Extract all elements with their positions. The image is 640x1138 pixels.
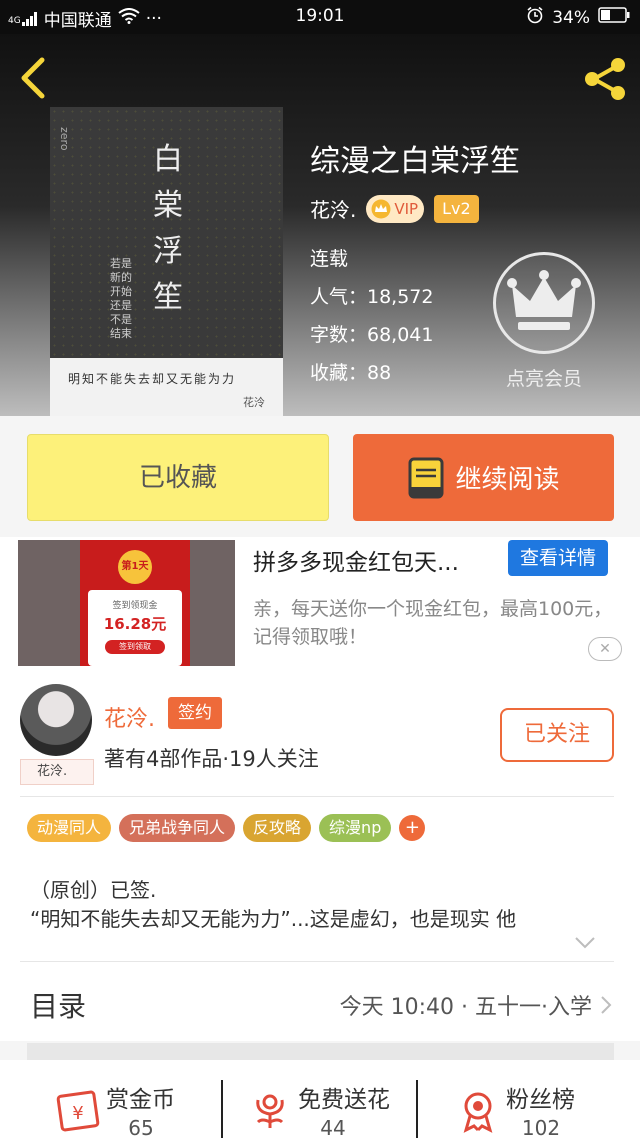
ad-image-button: 签到领取 — [105, 640, 165, 654]
followed-button[interactable]: 已关注 — [500, 708, 614, 762]
fan-count: 102 — [521, 1116, 561, 1138]
ad-title[interactable]: 拼多多现金红包天... — [253, 543, 459, 577]
ad-image-caption: 签到领现金 — [112, 601, 158, 611]
author-row: 花泠. VIP Lv2 — [310, 194, 479, 223]
chevron-down-icon — [575, 937, 595, 949]
ad-day-badge: 第1天 — [118, 550, 152, 584]
battery-icon — [598, 7, 630, 28]
cover-title: 白棠浮笙 — [153, 142, 183, 315]
tag-item[interactable]: 反攻略 — [243, 814, 312, 842]
add-tag-button[interactable]: + — [399, 815, 426, 841]
vip-badge: VIP — [366, 194, 425, 223]
ad-description: 亲，每天送你一个现金红包，最高100元，记得领取哦！ — [253, 598, 613, 648]
author-name[interactable]: 花泠. — [310, 194, 356, 223]
popularity: 人气：18,572 — [310, 286, 434, 308]
avatar-name-tag: 花泠. — [20, 759, 94, 785]
reward-coins-label: 赏金币 — [106, 1087, 175, 1113]
expand-intro-button[interactable] — [574, 935, 596, 949]
tag-item[interactable]: 动漫同人 — [27, 814, 112, 842]
ad-image-panel: 签到领现金 16.28元 签到领取 — [88, 590, 182, 666]
flower-icon — [246, 1086, 294, 1134]
word-count: 字数：68,041 — [310, 324, 434, 346]
share-button[interactable] — [580, 54, 630, 104]
member-label[interactable]: 点亮会员 — [478, 364, 610, 391]
reward-strip: ¥ 赏金币 65 免费送花 44 粉丝榜 102 — [0, 1060, 640, 1138]
ad-image[interactable]: 第1天 签到领现金 16.28元 签到领取 — [18, 540, 235, 666]
fan-ranking-button[interactable]: 粉丝榜 102 — [420, 1080, 620, 1138]
intro-line-1: （原创）已签. — [30, 878, 157, 902]
ad-banner[interactable]: 第1天 签到领现金 16.28元 签到领取 拼多多现金红包天... 查看详情 亲… — [0, 537, 640, 669]
crown-icon — [507, 270, 581, 330]
ad-view-details-button[interactable]: 查看详情 — [508, 540, 608, 576]
divider — [20, 796, 614, 797]
member-button[interactable] — [493, 252, 595, 354]
divider — [416, 1080, 418, 1138]
tag-list: 动漫同人 兄弟战争同人 反攻略 综漫np + — [27, 814, 426, 842]
battery-percent: 34% — [552, 7, 590, 28]
section-separator — [27, 1043, 614, 1060]
continue-reading-label: 继续阅读 — [455, 465, 560, 495]
cover-signature: 花泠 — [243, 396, 265, 409]
ad-image-card: 第1天 签到领现金 16.28元 签到领取 — [80, 540, 190, 666]
back-arrow-icon — [21, 57, 45, 99]
author-avatar[interactable] — [20, 684, 92, 756]
reward-coins-button[interactable]: ¥ 赏金币 65 — [20, 1080, 220, 1138]
cover-quote: 明知不能失去却又无能为力 — [68, 372, 237, 386]
tag-item[interactable]: 兄弟战争同人 — [119, 814, 236, 842]
back-button[interactable] — [14, 56, 54, 100]
tag-item[interactable]: 综漫np — [319, 814, 392, 842]
ad-image-left — [18, 540, 80, 666]
author-card: 花泠. 花泠. 签约 著有4部作品·19人关注 已关注 动漫同人 兄弟战争同人 … — [0, 669, 640, 969]
book-icon — [408, 457, 444, 498]
author-stats: 著有4部作品·19人关注 — [104, 747, 319, 771]
signed-badge: 签约 — [168, 697, 222, 729]
alarm-icon — [526, 6, 544, 29]
chevron-right-icon — [600, 995, 612, 1015]
ad-image-amount: 16.28元 — [103, 615, 167, 633]
continue-reading-button[interactable]: 继续阅读 — [353, 434, 614, 521]
book-title: 综漫之白棠浮笙 — [310, 144, 520, 179]
cover-top-text: zero — [58, 127, 71, 151]
cover-bottom-band: 明知不能失去却又无能为力 花泠 — [50, 358, 283, 416]
latest-chapter: 今天 10:40 · 五十一·入学 — [339, 995, 592, 1020]
vip-crown-icon — [371, 199, 391, 218]
reward-coins-count: 65 — [128, 1116, 154, 1138]
divider — [20, 961, 614, 962]
serial-status: 连载 — [310, 248, 349, 270]
vip-label: VIP — [394, 199, 419, 218]
level-badge: Lv2 — [434, 194, 479, 223]
ad-close-button[interactable]: ✕ — [588, 637, 622, 661]
collected-button[interactable]: 已收藏 — [27, 434, 329, 521]
favorites-count: 收藏：88 — [310, 362, 392, 384]
book-cover[interactable]: zero 白棠浮笙 若是新的开始 还是不是结束 明知不能失去却又无能为力 花泠 — [50, 107, 283, 416]
toc-title: 目录 — [30, 990, 87, 1023]
toc-row[interactable]: 目录 今天 10:40 · 五十一·入学 — [0, 969, 640, 1041]
share-icon — [585, 58, 625, 100]
flower-count: 44 — [320, 1116, 346, 1138]
cover-side-text: 若是新的开始 还是不是结束 — [110, 257, 132, 340]
send-flower-button[interactable]: 免费送花 44 — [212, 1080, 412, 1138]
book-header: zero 白棠浮笙 若是新的开始 还是不是结束 明知不能失去却又无能为力 花泠 … — [0, 34, 640, 416]
medal-icon — [454, 1086, 502, 1134]
fan-ranking-label: 粉丝榜 — [506, 1087, 575, 1113]
status-bar: 4G 中国联通 ··· 19:01 34% — [0, 0, 640, 34]
red-packet-icon: ¥ — [54, 1086, 102, 1134]
intro-line-2: “明知不能失去却又无能为力”...这是虚幻，也是现实 他 — [30, 907, 517, 931]
svg-text:¥: ¥ — [72, 1103, 83, 1124]
send-flower-label: 免费送花 — [298, 1087, 390, 1113]
author-card-name[interactable]: 花泠. — [104, 701, 155, 733]
